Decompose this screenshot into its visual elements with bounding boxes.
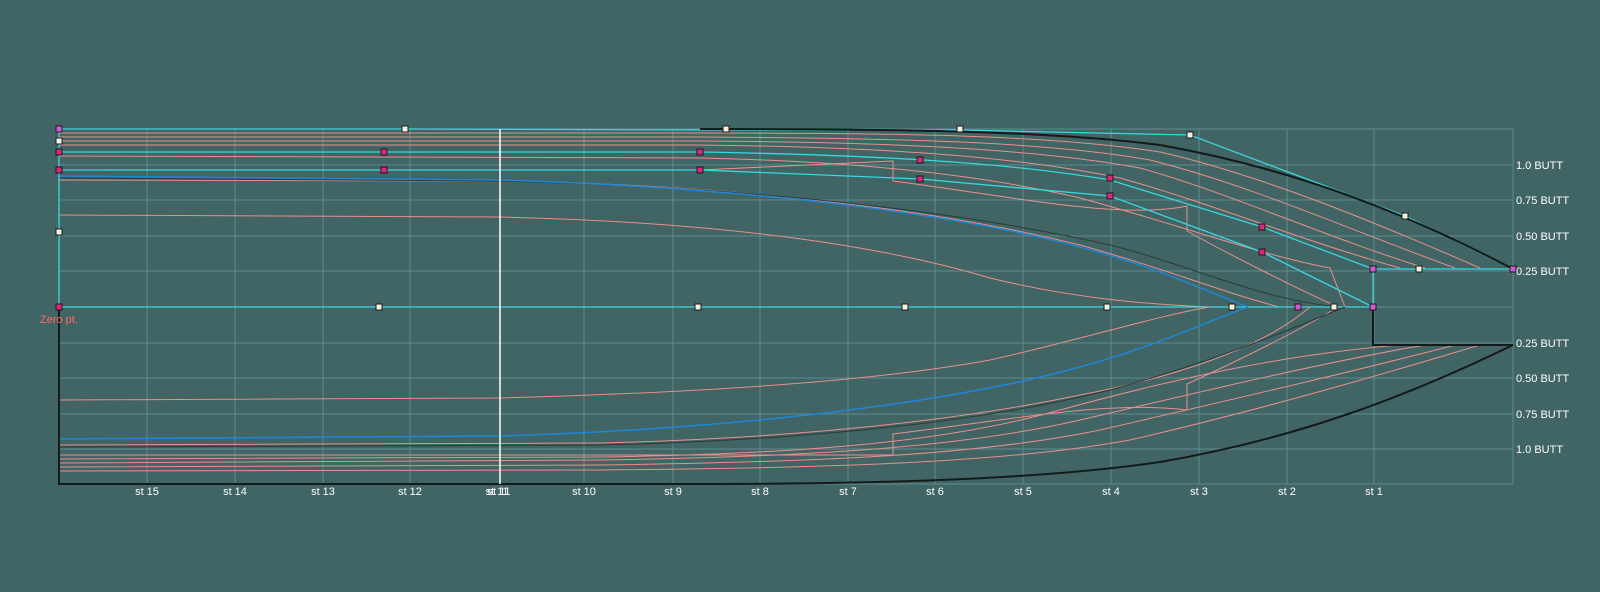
control-point[interactable]	[401, 125, 409, 133]
control-point[interactable]	[694, 303, 702, 311]
control-point[interactable]	[1330, 303, 1338, 311]
station-label: st 9	[664, 486, 682, 498]
control-point[interactable]	[1106, 192, 1114, 200]
zero-point-marker[interactable]	[55, 303, 63, 311]
control-point[interactable]	[1186, 131, 1194, 139]
control-point[interactable]	[1294, 303, 1302, 311]
station-label: st 3	[1190, 486, 1208, 498]
hull-lines-drawing[interactable]: Zero pt. st 15 st 14 st 13 st 12 st 11 s…	[0, 0, 1600, 587]
control-point[interactable]	[55, 166, 63, 174]
control-point[interactable]	[722, 125, 730, 133]
control-point[interactable]	[1401, 212, 1409, 220]
control-point[interactable]	[956, 125, 964, 133]
control-point[interactable]	[55, 228, 63, 236]
control-point[interactable]	[1106, 174, 1114, 182]
station-label: st 12	[398, 486, 422, 498]
butt-label: 0.25 BUTT	[1516, 266, 1569, 278]
control-point[interactable]	[375, 303, 383, 311]
control-point[interactable]	[55, 148, 63, 156]
control-point[interactable]	[1103, 303, 1111, 311]
station-label: st 10	[572, 486, 596, 498]
butt-label: 1.0 BUTT	[1516, 444, 1563, 456]
butt-label: 1.0 BUTT	[1516, 160, 1563, 172]
control-point[interactable]	[696, 166, 704, 174]
butt-label: 0.25 BUTT	[1516, 338, 1569, 350]
station-label: st 1	[1365, 486, 1383, 498]
butt-label: 0.50 BUTT	[1516, 373, 1569, 385]
control-point[interactable]	[1258, 223, 1266, 231]
station-label: st 14	[223, 486, 247, 498]
station-label: st 4	[1102, 486, 1120, 498]
zero-point-label: Zero pt.	[40, 314, 78, 326]
control-point[interactable]	[55, 137, 63, 145]
station-label: st 2	[1278, 486, 1296, 498]
control-point[interactable]	[1258, 248, 1266, 256]
control-point[interactable]	[901, 303, 909, 311]
station-label: st 6	[926, 486, 944, 498]
control-point[interactable]	[1228, 303, 1236, 311]
station-label: st 7	[839, 486, 857, 498]
butt-label: 0.75 BUTT	[1516, 195, 1569, 207]
station-label: st 15	[135, 486, 159, 498]
canvas-background	[0, 0, 1600, 587]
station-label-overlap: st 11	[487, 486, 510, 498]
control-point[interactable]	[55, 125, 63, 133]
butt-label: 0.50 BUTT	[1516, 231, 1569, 243]
butt-label: 0.75 BUTT	[1516, 409, 1569, 421]
control-point[interactable]	[1415, 265, 1423, 273]
control-point[interactable]	[380, 166, 388, 174]
control-point[interactable]	[1369, 303, 1377, 311]
control-point[interactable]	[1369, 265, 1377, 273]
control-point[interactable]	[696, 148, 704, 156]
control-point[interactable]	[916, 156, 924, 164]
hull-lines-canvas[interactable]: Zero pt. st 15 st 14 st 13 st 12 st 11 s…	[0, 0, 1600, 587]
control-point[interactable]	[916, 175, 924, 183]
station-label: st 13	[311, 486, 335, 498]
station-label: st 5	[1014, 486, 1032, 498]
control-point[interactable]	[380, 148, 388, 156]
station-label: st 8	[751, 486, 769, 498]
